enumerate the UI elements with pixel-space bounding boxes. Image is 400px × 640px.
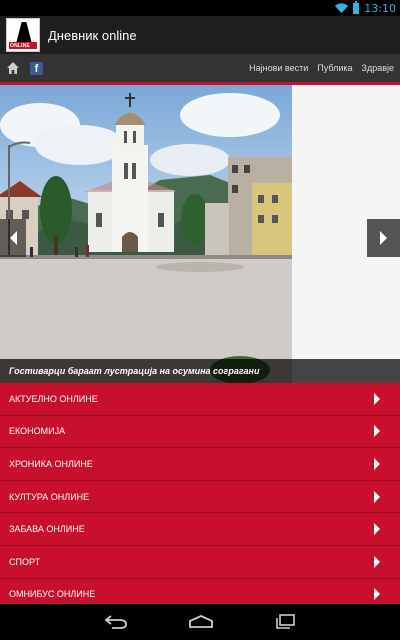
chevron-right-icon [374,490,380,503]
chevron-right-icon [374,457,380,470]
status-bar: 13:10 [0,0,400,16]
menu-item-zabava[interactable]: ЗАБАВА ОНЛИНЕ [0,513,400,546]
logo-tower-graphic [16,22,32,44]
chevron-left-icon [10,231,17,245]
category-menu: АКТУЕЛНО ОНЛИНЕ ЕКОНОМИЈА ХРОНИКА ОНЛИНЕ… [0,383,400,604]
menu-item-aktuelno[interactable]: АКТУЕЛНО ОНЛИНЕ [0,383,400,416]
logo-text: ONLINE [10,43,31,49]
app-logo[interactable]: ONLINE [6,18,40,52]
chevron-right-icon [379,231,387,245]
back-icon[interactable] [104,615,128,629]
menu-item-hronika[interactable]: ХРОНИКА ОНЛИНЕ [0,448,400,481]
chevron-right-icon [374,588,380,601]
home-icon[interactable] [6,61,20,75]
app-title: Дневник online [48,27,137,43]
menu-item-omnibus[interactable]: ОМНИБУС ОНЛИНЕ [0,578,400,604]
nav-link-latest[interactable]: Најнови вести [249,63,308,73]
chevron-right-icon [374,425,380,438]
nav-links: Најнови вести Публика Здравје [249,63,394,73]
chevron-right-icon [374,523,380,536]
wifi-icon [335,3,349,13]
slide-photo[interactable] [0,85,292,383]
menu-item-label: ХРОНИКА ОНЛИНЕ [9,458,93,469]
news-slider[interactable]: Гостиварци бараат лустрација на осумина … [0,85,400,383]
slider-prev-button[interactable] [0,219,26,257]
nav-bar: f Најнови вести Публика Здравје [0,54,400,82]
slider-next-button[interactable] [367,219,400,257]
battery-icon [353,0,360,14]
nav-link-publika[interactable]: Публика [317,63,352,73]
menu-item-label: АКТУЕЛНО ОНЛИНЕ [9,393,98,404]
slide-caption-bar[interactable]: Гостиварци бараат лустрација на осумина … [0,359,400,383]
home-nav-icon[interactable] [188,615,214,629]
chevron-right-icon [374,555,380,568]
recents-icon[interactable] [274,614,296,630]
facebook-icon[interactable]: f [30,61,43,75]
slide-caption: Гостиварци бараат лустрација на осумина … [9,366,260,376]
menu-item-sport[interactable]: СПОРТ [0,545,400,579]
system-nav-bar [0,604,400,640]
menu-item-label: ЗАБАВА ОНЛИНЕ [9,524,85,535]
menu-item-label: ОМНИБУС ОНЛИНЕ [9,589,96,600]
menu-item-label: ЕКОНОМИЈА [9,426,66,437]
menu-item-label: СПОРТ [9,556,41,567]
chevron-right-icon [374,392,380,405]
menu-item-label: КУЛТУРА ОНЛИНЕ [9,491,90,502]
status-clock: 13:10 [364,1,396,15]
action-bar: ONLINE Дневник online [0,16,400,54]
menu-item-ekonomija[interactable]: ЕКОНОМИЈА [0,415,400,449]
menu-item-kultura[interactable]: КУЛТУРА ОНЛИНЕ [0,480,400,514]
nav-link-health[interactable]: Здравје [362,63,394,73]
